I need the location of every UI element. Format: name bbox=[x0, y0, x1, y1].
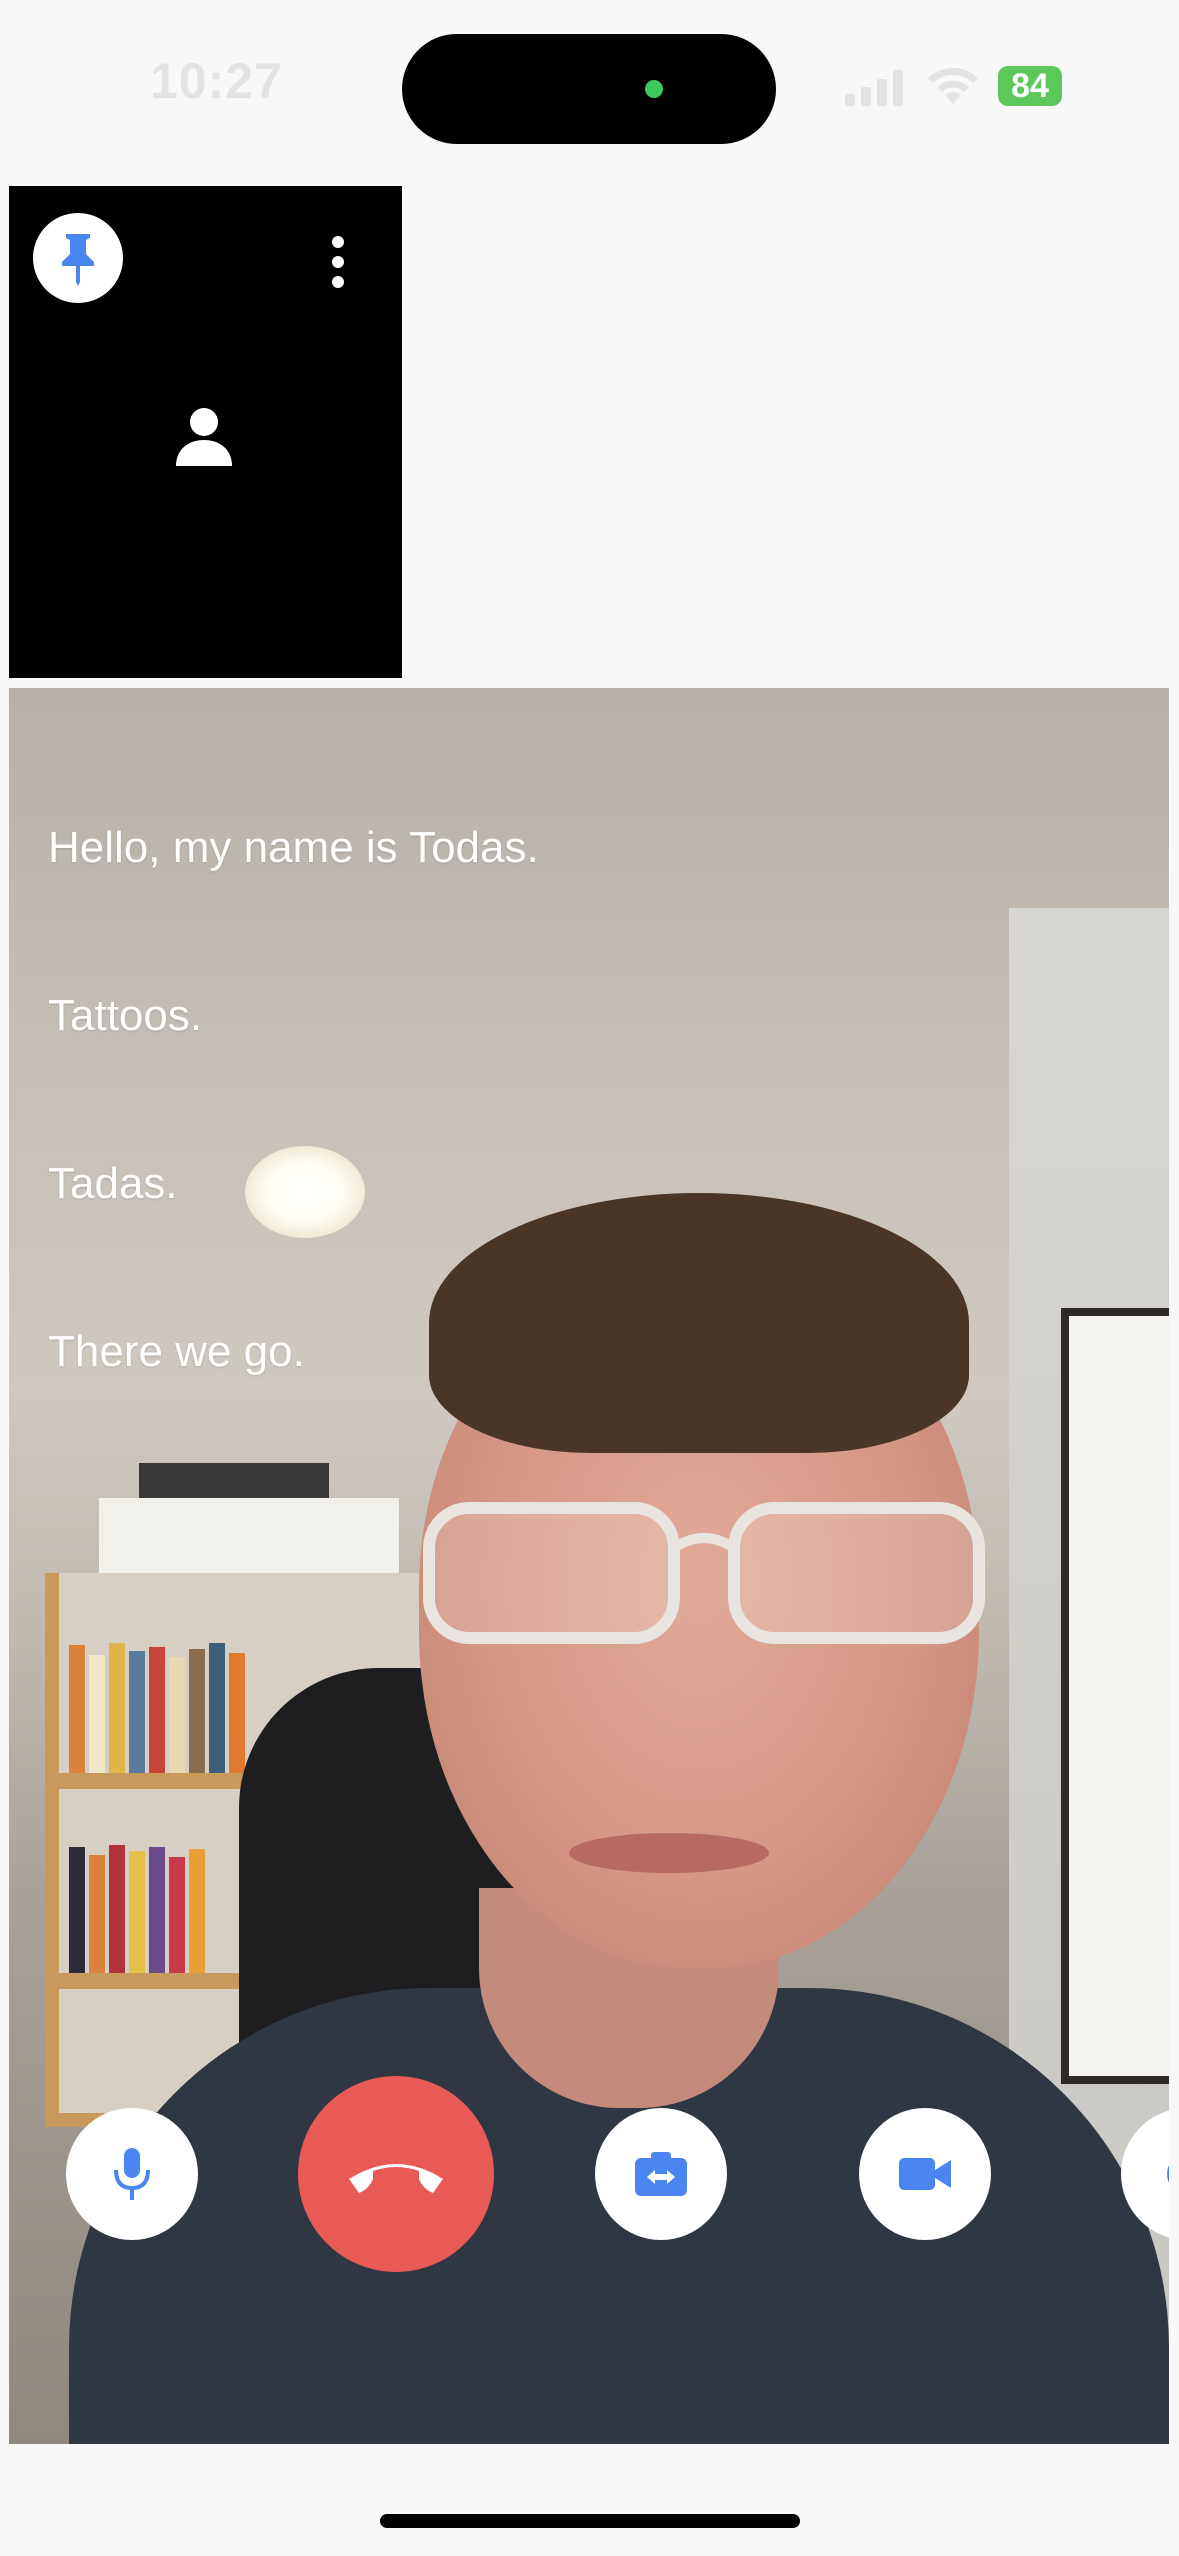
video-background-whiteboard bbox=[1061, 1308, 1169, 2084]
battery-indicator: 84 bbox=[998, 66, 1062, 106]
microphone-icon bbox=[114, 2148, 150, 2200]
end-call-button[interactable] bbox=[298, 2076, 494, 2272]
caption-line: Hello, my name is Todas. bbox=[48, 823, 539, 872]
status-bar: 10:27 84 bbox=[0, 0, 1179, 180]
dynamic-island bbox=[402, 34, 776, 144]
phone-hangup-icon bbox=[349, 2164, 443, 2193]
status-time: 10:27 bbox=[150, 53, 283, 109]
caption-line: Tadas. bbox=[48, 1159, 178, 1208]
battery-percent: 84 bbox=[1011, 67, 1049, 105]
mute-microphone-button[interactable] bbox=[66, 2108, 198, 2240]
live-captions: Hello, my name is Todas. Tattoos. Tadas.… bbox=[48, 823, 539, 1495]
switch-camera-icon bbox=[635, 2152, 687, 2196]
pin-button[interactable] bbox=[33, 213, 123, 303]
camera-indicator-dot bbox=[645, 80, 663, 98]
cellular-signal-icon bbox=[845, 70, 903, 106]
more-options-button[interactable] bbox=[313, 222, 363, 302]
toggle-video-button[interactable] bbox=[859, 2108, 991, 2240]
participant-tile[interactable] bbox=[9, 186, 402, 678]
call-controls bbox=[9, 2076, 1169, 2308]
video-person-glasses bbox=[423, 1502, 985, 1644]
video-person-mouth bbox=[569, 1833, 769, 1873]
pin-icon bbox=[62, 234, 94, 286]
wifi-icon bbox=[928, 67, 978, 104]
caption-line: Tattoos. bbox=[48, 991, 203, 1040]
partial-control-icon bbox=[1167, 2165, 1169, 2183]
more-call-options-button[interactable] bbox=[1121, 2108, 1169, 2240]
more-vertical-icon bbox=[332, 236, 344, 288]
switch-camera-button[interactable] bbox=[595, 2108, 727, 2240]
person-icon bbox=[176, 408, 232, 466]
main-video-feed[interactable]: Hello, my name is Todas. Tattoos. Tadas.… bbox=[9, 688, 1169, 2444]
caption-line: There we go. bbox=[48, 1327, 305, 1376]
video-camera-icon bbox=[899, 2158, 951, 2190]
home-indicator[interactable] bbox=[380, 2514, 800, 2528]
